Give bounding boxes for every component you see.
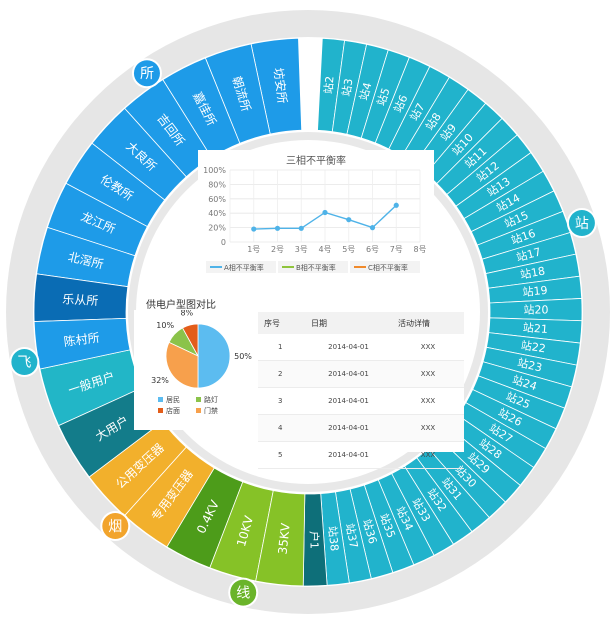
series-a-point: [298, 225, 304, 231]
line-chart-title: 三相不平衡率: [286, 154, 346, 167]
activity-table-panel: 序号 日期 活动详情 1 2014-04-01 XXX 2 2014-04-01 XXX 3…: [258, 312, 464, 469]
badge-yan: 烟: [100, 511, 131, 542]
pie-chart-panel: 50% 10% 8% 32% 居民 路灯店面 门禁: [134, 308, 256, 442]
x-tick-label: 1号: [247, 245, 260, 254]
table-row[interactable]: 5 2014-04-01 XXX: [258, 441, 464, 469]
badge-suo: 所: [131, 58, 162, 89]
pie-value-label: 50%: [234, 352, 252, 361]
pie-value-label: 8%: [180, 310, 193, 317]
x-tick-label: 5号: [342, 245, 355, 254]
badge-fei: 飞: [9, 347, 40, 378]
legend-label: B相不平衡率: [296, 263, 336, 272]
ring-item-label: 站20: [523, 302, 548, 316]
ring-item-label: 站2: [321, 75, 337, 94]
ring-item-label: 站21: [522, 320, 548, 336]
cell-detail: XXX: [392, 334, 464, 361]
pie-value-label: 10%: [156, 321, 174, 330]
series-a-point: [274, 225, 281, 231]
table-row[interactable]: 2 2014-04-01 XXX: [258, 360, 464, 388]
badge-xian: 线: [228, 577, 259, 608]
badge-label: 飞: [17, 355, 31, 371]
cell-index: 5: [258, 441, 305, 469]
cell-date: 2014-04-01: [305, 441, 392, 469]
table-row[interactable]: 4 2014-04-01 XXX: [258, 414, 464, 442]
ring-item-label: 站19: [522, 283, 548, 299]
pie-legend-label: 路灯: [204, 395, 218, 404]
pie-legend-label: 门禁: [204, 406, 218, 415]
x-tick-label: 4号: [318, 245, 331, 254]
ring-item-label: 站38: [325, 525, 342, 551]
col-header-detail: 活动详情: [392, 312, 464, 334]
series-a-point: [369, 225, 376, 231]
series-a-point: [393, 202, 399, 208]
pie-legend-label: 店面: [166, 406, 180, 415]
series-a-point: [346, 217, 352, 223]
series-a-point: [322, 209, 328, 216]
col-header-date: 日期: [305, 312, 392, 334]
pie-legend-swatch: [158, 397, 163, 402]
y-tick-label: 0: [221, 238, 226, 247]
cell-index: 1: [258, 334, 305, 361]
y-tick-label: 60%: [208, 195, 226, 204]
cell-detail: XXX: [392, 360, 464, 388]
cell-date: 2014-04-01: [305, 414, 392, 442]
badge-label: 站: [575, 216, 589, 232]
y-tick-label: 100%: [203, 166, 226, 175]
pie-legend-swatch: [196, 408, 201, 413]
pie-chart: 50% 10% 8% 32% 居民 路灯店面 门禁: [134, 308, 256, 430]
legend-label: C相不平衡率: [368, 263, 408, 272]
x-tick-label: 2号: [271, 245, 284, 254]
cell-date: 2014-04-01: [305, 334, 392, 361]
badge-label: 烟: [108, 519, 122, 535]
badge-zhan: 站: [566, 208, 597, 239]
cell-detail: XXX: [392, 387, 464, 415]
table-body: 1 2014-04-01 XXX 2 2014-04-01 XXX 3 2014-04-01 X…: [258, 334, 464, 469]
table-header-row: 序号 日期 活动详情: [258, 312, 464, 334]
badge-label: 所: [140, 66, 154, 82]
cell-index: 3: [258, 387, 305, 415]
badge-label: 线: [236, 586, 250, 602]
activity-table: 序号 日期 活动详情 1 2014-04-01 XXX 2 2014-04-01 XXX 3…: [258, 312, 464, 469]
line-chart-grid: 0 20% 40% 60% 80% 100% 1号 2号 3号 4号 5号 6号 7号 8号: [203, 166, 426, 254]
cell-index: 4: [258, 414, 305, 442]
x-tick-label: 3号: [295, 245, 308, 254]
series-a-point: [251, 226, 257, 232]
y-tick-label: 40%: [208, 209, 226, 218]
ring-navigation: 站2 站3 站4 站5站6站7站8站9站10站11站12站13站14站15站16站17…: [6, 10, 610, 614]
x-tick-label: 7号: [390, 245, 403, 254]
table-row[interactable]: 1 2014-04-01 XXX: [258, 334, 464, 361]
cell-date: 2014-04-01: [305, 387, 392, 415]
cell-date: 2014-04-01: [305, 360, 392, 388]
ring-item-label: 户1: [307, 531, 321, 549]
line-chart-legend: A相不平衡率 B相不平衡率 C相不平衡率: [206, 261, 420, 273]
pie-legend-swatch: [196, 397, 201, 402]
line-chart: 三相不平衡率 0 20% 40% 60% 80% 100% 1号 2号 3号 4号 5号 6号 7号 8号…: [203, 154, 427, 273]
col-header-index: 序号: [258, 312, 305, 334]
pie-legend-label: 居民: [166, 396, 180, 404]
pie-value-label: 32%: [151, 376, 169, 385]
cell-index: 2: [258, 360, 305, 388]
legend-label: A相不平衡率: [224, 263, 264, 272]
table-row[interactable]: 3 2014-04-01 XXX: [258, 387, 464, 415]
pie-chart-title: 供电户型图对比: [146, 300, 216, 311]
pie-legend-swatch: [158, 408, 163, 413]
y-tick-label: 20%: [208, 224, 226, 233]
x-tick-label: 6号: [366, 245, 379, 254]
cell-detail: XXX: [392, 414, 464, 442]
ring-item-label: 乐从所: [62, 292, 99, 308]
y-tick-label: 80%: [208, 180, 226, 189]
cell-detail: XXX: [392, 441, 464, 469]
x-tick-label: 8号: [413, 245, 426, 254]
line-chart-panel: 三相不平衡率 0 20% 40% 60% 80% 100% 1号 2号 3号 4号 5号 6号 7号 8号…: [198, 150, 434, 282]
